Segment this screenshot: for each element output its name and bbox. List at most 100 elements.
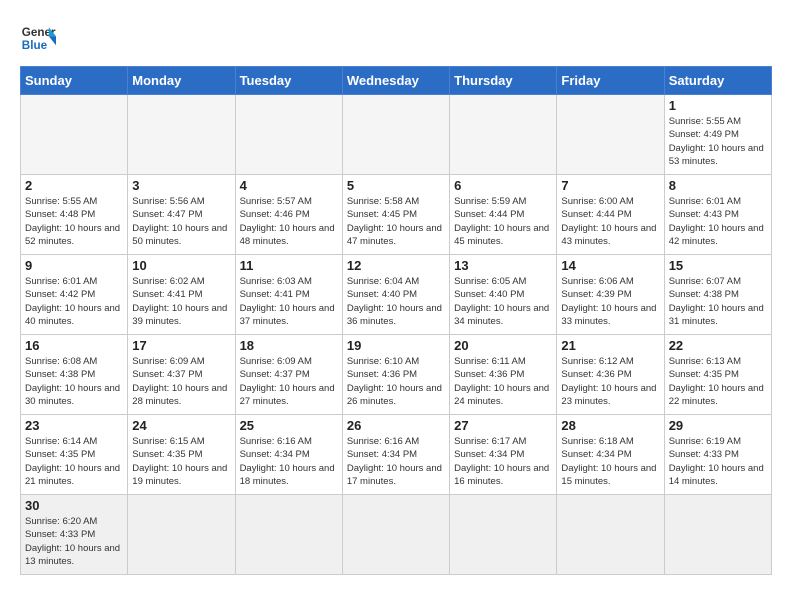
- calendar-day-cell: 19 Sunrise: 6:10 AM Sunset: 4:36 PM Dayli…: [342, 335, 449, 415]
- day-info: Sunrise: 5:57 AM Sunset: 4:46 PM Dayligh…: [240, 195, 338, 248]
- calendar-day-cell: [450, 495, 557, 575]
- day-number: 13: [454, 258, 552, 273]
- calendar-day-cell: 1 Sunrise: 5:55 AM Sunset: 4:49 PM Daylig…: [664, 95, 771, 175]
- calendar-day-cell: 28 Sunrise: 6:18 AM Sunset: 4:34 PM Dayli…: [557, 415, 664, 495]
- calendar-day-cell: 22 Sunrise: 6:13 AM Sunset: 4:35 PM Dayli…: [664, 335, 771, 415]
- calendar-day-cell: [342, 95, 449, 175]
- calendar-day-cell: [128, 495, 235, 575]
- day-number: 30: [25, 498, 123, 513]
- day-number: 19: [347, 338, 445, 353]
- day-number: 29: [669, 418, 767, 433]
- weekday-header-sunday: Sunday: [21, 67, 128, 95]
- day-info: Sunrise: 6:13 AM Sunset: 4:35 PM Dayligh…: [669, 355, 767, 408]
- calendar-day-cell: 23 Sunrise: 6:14 AM Sunset: 4:35 PM Dayli…: [21, 415, 128, 495]
- day-number: 17: [132, 338, 230, 353]
- day-info: Sunrise: 6:04 AM Sunset: 4:40 PM Dayligh…: [347, 275, 445, 328]
- day-number: 6: [454, 178, 552, 193]
- weekday-header-tuesday: Tuesday: [235, 67, 342, 95]
- day-info: Sunrise: 6:15 AM Sunset: 4:35 PM Dayligh…: [132, 435, 230, 488]
- day-info: Sunrise: 6:02 AM Sunset: 4:41 PM Dayligh…: [132, 275, 230, 328]
- calendar-week-row: 23 Sunrise: 6:14 AM Sunset: 4:35 PM Dayli…: [21, 415, 772, 495]
- day-info: Sunrise: 6:12 AM Sunset: 4:36 PM Dayligh…: [561, 355, 659, 408]
- day-info: Sunrise: 6:07 AM Sunset: 4:38 PM Dayligh…: [669, 275, 767, 328]
- weekday-header-wednesday: Wednesday: [342, 67, 449, 95]
- calendar-day-cell: 17 Sunrise: 6:09 AM Sunset: 4:37 PM Dayli…: [128, 335, 235, 415]
- calendar-day-cell: 4 Sunrise: 5:57 AM Sunset: 4:46 PM Daylig…: [235, 175, 342, 255]
- calendar-day-cell: 20Sunrise: 6:11 AM Sunset: 4:36 PM Dayli…: [450, 335, 557, 415]
- weekday-header-monday: Monday: [128, 67, 235, 95]
- day-number: 9: [25, 258, 123, 273]
- day-number: 14: [561, 258, 659, 273]
- calendar-day-cell: [235, 495, 342, 575]
- svg-text:Blue: Blue: [22, 39, 48, 52]
- calendar-day-cell: 14 Sunrise: 6:06 AM Sunset: 4:39 PM Dayli…: [557, 255, 664, 335]
- day-number: 1: [669, 98, 767, 113]
- calendar-day-cell: [450, 95, 557, 175]
- logo: General Blue: [20, 20, 56, 56]
- calendar-day-cell: 24 Sunrise: 6:15 AM Sunset: 4:35 PM Dayli…: [128, 415, 235, 495]
- day-info: Sunrise: 6:08 AM Sunset: 4:38 PM Dayligh…: [25, 355, 123, 408]
- weekday-header-row: SundayMondayTuesdayWednesdayThursdayFrid…: [21, 67, 772, 95]
- day-number: 28: [561, 418, 659, 433]
- calendar-week-row: 1 Sunrise: 5:55 AM Sunset: 4:49 PM Daylig…: [21, 95, 772, 175]
- day-number: 7: [561, 178, 659, 193]
- calendar-day-cell: [235, 95, 342, 175]
- day-number: 5: [347, 178, 445, 193]
- day-number: 4: [240, 178, 338, 193]
- day-number: 25: [240, 418, 338, 433]
- calendar-day-cell: 6 Sunrise: 5:59 AM Sunset: 4:44 PM Daylig…: [450, 175, 557, 255]
- calendar-day-cell: [21, 95, 128, 175]
- day-info: Sunrise: 5:55 AM Sunset: 4:49 PM Dayligh…: [669, 115, 767, 168]
- calendar-day-cell: 5 Sunrise: 5:58 AM Sunset: 4:45 PM Daylig…: [342, 175, 449, 255]
- day-number: 24: [132, 418, 230, 433]
- day-info: Sunrise: 6:05 AM Sunset: 4:40 PM Dayligh…: [454, 275, 552, 328]
- calendar-day-cell: 7 Sunrise: 6:00 AM Sunset: 4:44 PM Daylig…: [557, 175, 664, 255]
- logo-icon: General Blue: [20, 20, 56, 56]
- weekday-header-thursday: Thursday: [450, 67, 557, 95]
- calendar-day-cell: 16 Sunrise: 6:08 AM Sunset: 4:38 PM Dayli…: [21, 335, 128, 415]
- day-number: 8: [669, 178, 767, 193]
- day-number: 23: [25, 418, 123, 433]
- day-info: Sunrise: 6:09 AM Sunset: 4:37 PM Dayligh…: [240, 355, 338, 408]
- day-info: Sunrise: 6:03 AM Sunset: 4:41 PM Dayligh…: [240, 275, 338, 328]
- calendar-day-cell: [664, 495, 771, 575]
- calendar-week-row: 16 Sunrise: 6:08 AM Sunset: 4:38 PM Dayli…: [21, 335, 772, 415]
- day-number: 15: [669, 258, 767, 273]
- calendar-day-cell: 13 Sunrise: 6:05 AM Sunset: 4:40 PM Dayli…: [450, 255, 557, 335]
- calendar-day-cell: 8 Sunrise: 6:01 AM Sunset: 4:43 PM Daylig…: [664, 175, 771, 255]
- day-number: 2: [25, 178, 123, 193]
- calendar-week-row: 30 Sunrise: 6:20 AM Sunset: 4:33 PM Dayli…: [21, 495, 772, 575]
- calendar-day-cell: 10 Sunrise: 6:02 AM Sunset: 4:41 PM Dayli…: [128, 255, 235, 335]
- day-number: 26: [347, 418, 445, 433]
- day-info: Sunrise: 6:20 AM Sunset: 4:33 PM Dayligh…: [25, 515, 123, 568]
- day-info: Sunrise: 6:01 AM Sunset: 4:42 PM Dayligh…: [25, 275, 123, 328]
- day-info: Sunrise: 6:06 AM Sunset: 4:39 PM Dayligh…: [561, 275, 659, 328]
- calendar-day-cell: 29Sunrise: 6:19 AM Sunset: 4:33 PM Dayli…: [664, 415, 771, 495]
- day-number: 16: [25, 338, 123, 353]
- day-number: 20: [454, 338, 552, 353]
- calendar-day-cell: 27Sunrise: 6:17 AM Sunset: 4:34 PM Dayli…: [450, 415, 557, 495]
- calendar-day-cell: 2Sunrise: 5:55 AM Sunset: 4:48 PM Daylig…: [21, 175, 128, 255]
- day-info: Sunrise: 5:58 AM Sunset: 4:45 PM Dayligh…: [347, 195, 445, 248]
- day-info: Sunrise: 6:16 AM Sunset: 4:34 PM Dayligh…: [240, 435, 338, 488]
- day-info: Sunrise: 6:10 AM Sunset: 4:36 PM Dayligh…: [347, 355, 445, 408]
- day-info: Sunrise: 5:59 AM Sunset: 4:44 PM Dayligh…: [454, 195, 552, 248]
- day-info: Sunrise: 6:01 AM Sunset: 4:43 PM Dayligh…: [669, 195, 767, 248]
- calendar-table: SundayMondayTuesdayWednesdayThursdayFrid…: [20, 66, 772, 575]
- day-info: Sunrise: 6:09 AM Sunset: 4:37 PM Dayligh…: [132, 355, 230, 408]
- day-info: Sunrise: 6:18 AM Sunset: 4:34 PM Dayligh…: [561, 435, 659, 488]
- calendar-week-row: 9 Sunrise: 6:01 AM Sunset: 4:42 PM Daylig…: [21, 255, 772, 335]
- day-number: 22: [669, 338, 767, 353]
- day-number: 10: [132, 258, 230, 273]
- day-info: Sunrise: 6:14 AM Sunset: 4:35 PM Dayligh…: [25, 435, 123, 488]
- calendar-day-cell: 18 Sunrise: 6:09 AM Sunset: 4:37 PM Dayli…: [235, 335, 342, 415]
- calendar-body: 1 Sunrise: 5:55 AM Sunset: 4:49 PM Daylig…: [21, 95, 772, 575]
- page-header: General Blue: [20, 20, 772, 56]
- day-number: 27: [454, 418, 552, 433]
- calendar-day-cell: 15 Sunrise: 6:07 AM Sunset: 4:38 PM Dayli…: [664, 255, 771, 335]
- calendar-day-cell: 26Sunrise: 6:16 AM Sunset: 4:34 PM Dayli…: [342, 415, 449, 495]
- day-info: Sunrise: 6:00 AM Sunset: 4:44 PM Dayligh…: [561, 195, 659, 248]
- weekday-header-saturday: Saturday: [664, 67, 771, 95]
- calendar-day-cell: 11Sunrise: 6:03 AM Sunset: 4:41 PM Dayli…: [235, 255, 342, 335]
- day-number: 18: [240, 338, 338, 353]
